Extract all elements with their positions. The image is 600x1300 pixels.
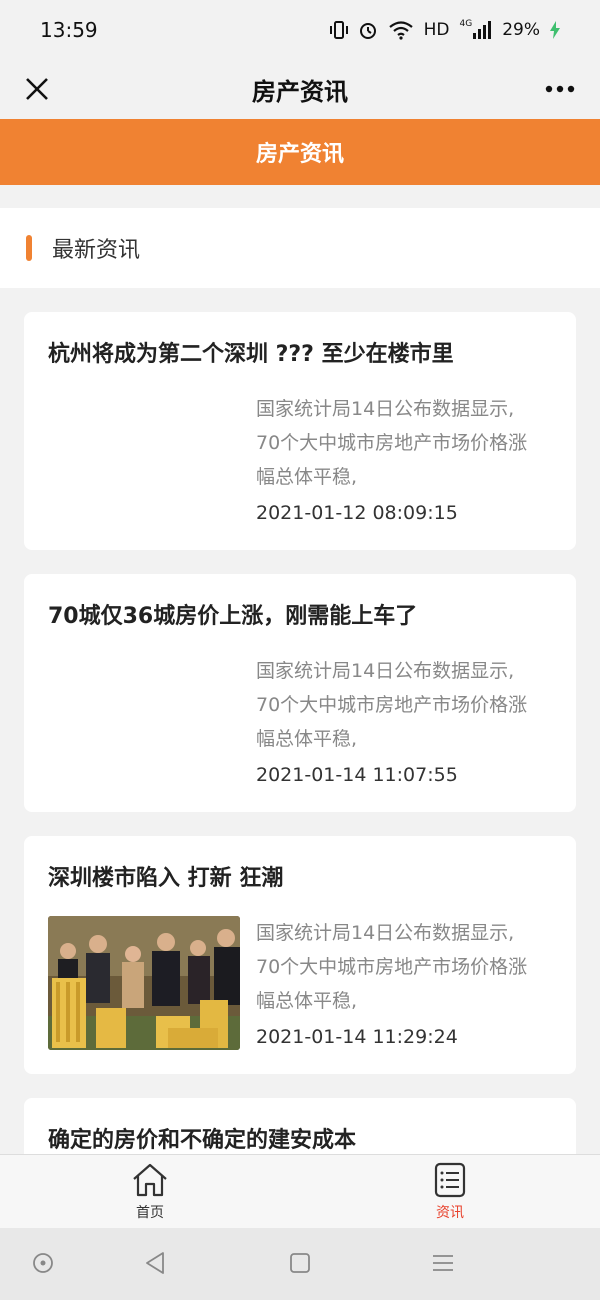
summary-line: 幅总体平稳, bbox=[256, 728, 358, 750]
square-icon bbox=[290, 1253, 310, 1273]
summary-line: 幅总体平稳, bbox=[256, 466, 358, 488]
summary-line: 国家统计局14日公布数据显示, bbox=[256, 922, 515, 944]
section-title: 最新资讯 bbox=[52, 238, 141, 263]
status-icons: HD 4G 29% bbox=[329, 18, 560, 40]
signal-icon: 4G bbox=[459, 18, 493, 39]
home-icon bbox=[133, 1163, 167, 1197]
article-title: 70城仅36城房价上涨，刚需能上车了 bbox=[48, 604, 418, 629]
page-title: 房产资讯 bbox=[252, 77, 348, 106]
title-bar: 房产资讯 bbox=[0, 60, 600, 118]
more-icon bbox=[545, 85, 575, 93]
menu-button[interactable] bbox=[428, 1248, 458, 1278]
summary-line: 国家统计局14日公布数据显示, bbox=[256, 660, 515, 682]
article-card[interactable]: 深圳楼市陷入 打新 狂潮 国家统计局14日公布数据显示, 70个大中城市房地产市… bbox=[24, 836, 576, 1074]
bottom-tab-bar: 首页 资讯 bbox=[0, 1154, 600, 1228]
network-label: HD bbox=[423, 20, 450, 40]
news-list-icon bbox=[434, 1162, 466, 1198]
summary-line: 幅总体平稳, bbox=[256, 990, 358, 1012]
article-title: 杭州将成为第二个深圳 ??? 至少在楼市里 bbox=[48, 342, 454, 367]
article-summary: 国家统计局14日公布数据显示, 70个大中城市房地产市场价格涨 幅总体平稳, bbox=[256, 916, 566, 1018]
article-thumbnail bbox=[48, 916, 240, 1050]
summary-line: 70个大中城市房地产市场价格涨 bbox=[256, 956, 528, 978]
article-date: 2021-01-12 08:09:15 bbox=[256, 502, 458, 524]
tab-news-label: 资讯 bbox=[436, 1205, 464, 1221]
system-nav-bar bbox=[0, 1228, 600, 1300]
close-icon bbox=[26, 78, 48, 100]
article-card[interactable]: 70城仅36城房价上涨，刚需能上车了 国家统计局14日公布数据显示, 70个大中… bbox=[24, 574, 576, 812]
article-date: 2021-01-14 11:07:55 bbox=[256, 764, 458, 786]
orange-header: 房产资讯 bbox=[0, 119, 600, 185]
circle-icon bbox=[33, 1253, 53, 1273]
article-summary: 国家统计局14日公布数据显示, 70个大中城市房地产市场价格涨 幅总体平稳, bbox=[256, 392, 566, 494]
wifi-icon bbox=[388, 20, 414, 40]
status-bar: 13:59 HD 4G 29% bbox=[0, 0, 600, 60]
summary-line: 国家统计局14日公布数据显示, bbox=[256, 398, 515, 420]
tab-home[interactable]: 首页 bbox=[90, 1155, 210, 1229]
summary-line: 70个大中城市房地产市场价格涨 bbox=[256, 694, 528, 716]
alarm-icon bbox=[358, 20, 378, 40]
article-date: 2021-01-14 11:29:24 bbox=[256, 1026, 458, 1048]
back-button[interactable] bbox=[140, 1248, 170, 1278]
battery-level: 29% bbox=[502, 20, 540, 40]
vibrate-icon bbox=[329, 20, 348, 40]
section-header: 最新资讯 bbox=[0, 208, 600, 288]
article-card[interactable]: 杭州将成为第二个深圳 ??? 至少在楼市里 国家统计局14日公布数据显示, 70… bbox=[24, 312, 576, 550]
summary-line: 70个大中城市房地产市场价格涨 bbox=[256, 432, 528, 454]
article-summary: 国家统计局14日公布数据显示, 70个大中城市房地产市场价格涨 幅总体平稳, bbox=[256, 654, 566, 756]
more-button[interactable] bbox=[540, 70, 580, 108]
tab-news[interactable]: 资讯 bbox=[390, 1155, 510, 1229]
signal-label: 4G bbox=[459, 18, 473, 29]
home-button[interactable] bbox=[285, 1248, 315, 1278]
assistant-button[interactable] bbox=[28, 1248, 58, 1278]
charging-icon bbox=[550, 21, 560, 39]
menu-lines-icon bbox=[433, 1255, 453, 1271]
article-title: 深圳楼市陷入 打新 狂潮 bbox=[48, 866, 284, 891]
article-title: 确定的房价和不确定的建安成本 bbox=[48, 1128, 357, 1153]
status-time: 13:59 bbox=[40, 18, 98, 42]
section-accent-bar bbox=[26, 235, 32, 261]
close-button[interactable] bbox=[18, 70, 56, 108]
header-title: 房产资讯 bbox=[255, 142, 344, 167]
back-triangle-icon bbox=[146, 1252, 164, 1274]
tab-home-label: 首页 bbox=[136, 1205, 164, 1221]
